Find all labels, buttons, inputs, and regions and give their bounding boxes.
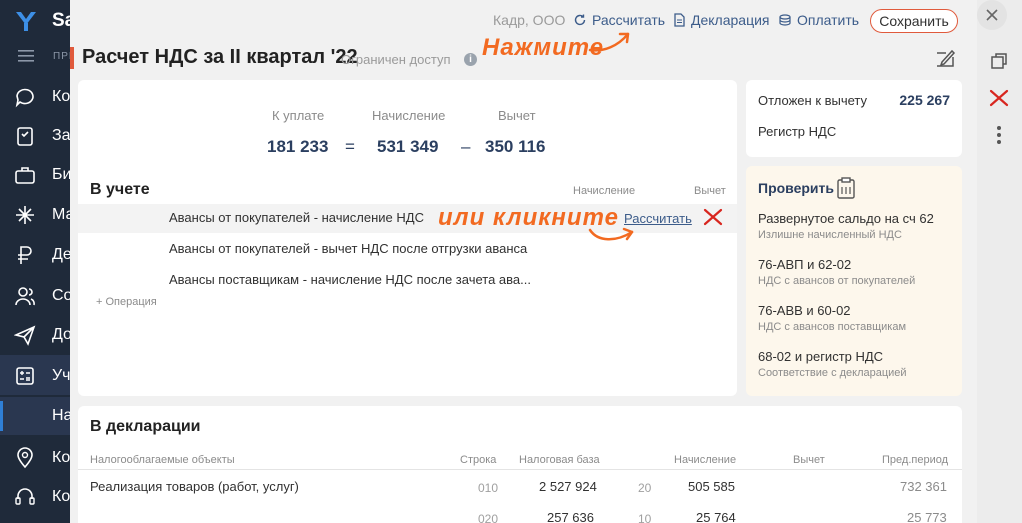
delete-document-icon[interactable] <box>988 87 1010 109</box>
deduction-label: Вычет <box>498 108 536 123</box>
accounting-col-deduction: Вычет <box>694 185 726 197</box>
send-icon <box>14 325 36 346</box>
close-button[interactable] <box>977 0 1007 30</box>
toolbar: Кадр, ООО Рассчитать Декларация Оплатить <box>70 12 977 32</box>
deduction-value[interactable]: 350 116 <box>485 137 546 157</box>
organization-link[interactable]: Кадр, ООО <box>493 12 565 28</box>
col-prev-period: Пред.период <box>882 454 949 466</box>
check-item[interactable]: 76-АВВ и 60-02 НДС с авансов поставщикам <box>758 303 958 333</box>
sidebar-item-contractors[interactable]: Ко <box>0 437 70 477</box>
brand-name: Sa <box>52 10 70 31</box>
accounting-col-accrual: Начисление <box>573 185 636 197</box>
edit-report-icon[interactable] <box>934 48 956 70</box>
staff-icon <box>15 287 35 306</box>
app-sidebar: Sa ПРЕ Ко За Би Ма Де Со До Уч На Ко <box>0 0 70 523</box>
close-icon <box>986 9 998 21</box>
active-indicator <box>0 401 3 431</box>
operation-row[interactable]: Авансы от покупателей - начисление НДС Р… <box>78 204 737 233</box>
pin-icon <box>17 447 33 469</box>
declaration-title: В декларации <box>90 418 201 435</box>
col-objects: Налогооблагаемые объекты <box>90 454 235 466</box>
col-base: Налоговая база <box>519 454 600 466</box>
vat-register-link[interactable]: Регистр НДС <box>758 124 836 139</box>
vat-summary-card: К уплате Начисление Вычет 181 233 = 531 … <box>78 80 737 396</box>
to-pay-value: 181 233 <box>267 137 329 156</box>
chat-icon <box>15 88 34 108</box>
col-accrual: Начисление <box>674 454 737 466</box>
refresh-icon <box>574 14 586 26</box>
hint-press: Нажмите <box>482 34 605 61</box>
sidebar-item-staff[interactable]: Со <box>0 275 70 315</box>
menu-icon[interactable] <box>18 50 34 62</box>
info-icon[interactable]: i <box>464 53 477 66</box>
hint-arrow-icon <box>588 32 630 52</box>
sidebar-item-documents[interactable]: До <box>0 314 70 354</box>
sidebar-item-tasks[interactable]: За <box>0 115 70 155</box>
coins-icon <box>779 14 791 26</box>
operation-row[interactable]: Авансы поставщикам - начисление НДС посл… <box>78 266 737 295</box>
sidebar-subitem-taxes[interactable]: На <box>0 397 70 435</box>
check-item[interactable]: 68-02 и регистр НДС Соответствие с декла… <box>758 349 958 379</box>
access-status: Ограничен доступ <box>341 52 451 67</box>
copy-icon[interactable] <box>988 50 1010 72</box>
pay-link[interactable]: Оплатить <box>778 12 859 28</box>
minus-sign: – <box>461 137 471 156</box>
main-panel: Кадр, ООО Рассчитать Декларация Оплатить… <box>70 0 977 523</box>
check-item[interactable]: 76-АВП и 62-02 НДС с авансов от покупате… <box>758 257 958 287</box>
sidebar-item-support[interactable]: Ко <box>0 476 70 516</box>
sidebar-item-contacts[interactable]: Ко <box>0 76 70 116</box>
more-options-icon[interactable] <box>988 124 1010 146</box>
logo-icon[interactable] <box>14 9 38 33</box>
check-card: Проверить Развернутое сальдо на сч 62 Из… <box>746 166 962 396</box>
to-pay-label: К уплате <box>272 108 325 123</box>
money-icon <box>18 246 32 264</box>
marketing-icon <box>16 206 34 224</box>
header-divider <box>78 469 962 470</box>
document-icon <box>674 13 685 27</box>
accounting-section-title: В учете <box>90 181 150 198</box>
deferred-label: Отложен к вычету <box>758 93 868 108</box>
sidebar-section-label: ПРЕ <box>53 51 70 62</box>
deferred-card: Отложен к вычету 225 267 Регистр НДС <box>746 80 962 157</box>
clipboard-icon <box>837 177 855 199</box>
calculator-icon <box>16 367 34 385</box>
declaration-card: В декларации Налогооблагаемые объекты Ст… <box>78 406 962 523</box>
right-rail <box>977 0 1022 523</box>
tasks-icon <box>17 127 33 146</box>
support-icon <box>15 488 35 505</box>
page-title: Расчет НДС за II квартал '22 <box>82 46 358 68</box>
accrual-value[interactable]: 531 349 <box>377 137 438 157</box>
sidebar-item-accounting[interactable]: Уч <box>0 355 70 395</box>
accrual-label: Начисление <box>372 108 446 123</box>
check-title: Проверить <box>758 180 834 196</box>
sidebar-item-business[interactable]: Би <box>0 154 70 194</box>
delete-icon[interactable] <box>702 208 724 226</box>
equals-sign: = <box>345 137 355 156</box>
deferred-value[interactable]: 225 267 <box>899 92 950 108</box>
hint-arrow-icon <box>588 227 634 241</box>
briefcase-icon <box>15 167 35 184</box>
calculate-link[interactable]: Рассчитать <box>573 12 665 28</box>
add-operation-button[interactable]: + Операция <box>96 296 157 308</box>
check-item[interactable]: Развернутое сальдо на сч 62 Излишне начи… <box>758 211 958 241</box>
save-button[interactable]: Сохранить <box>870 9 958 33</box>
sidebar-item-money[interactable]: Де <box>0 234 70 274</box>
declaration-link[interactable]: Декларация <box>672 12 770 28</box>
col-deduction: Вычет <box>793 454 825 466</box>
sidebar-item-marketing[interactable]: Ма <box>0 194 70 234</box>
col-line: Строка <box>460 454 497 466</box>
title-marker <box>70 47 74 69</box>
operation-row[interactable]: Авансы от покупателей - вычет НДС после … <box>78 235 737 264</box>
